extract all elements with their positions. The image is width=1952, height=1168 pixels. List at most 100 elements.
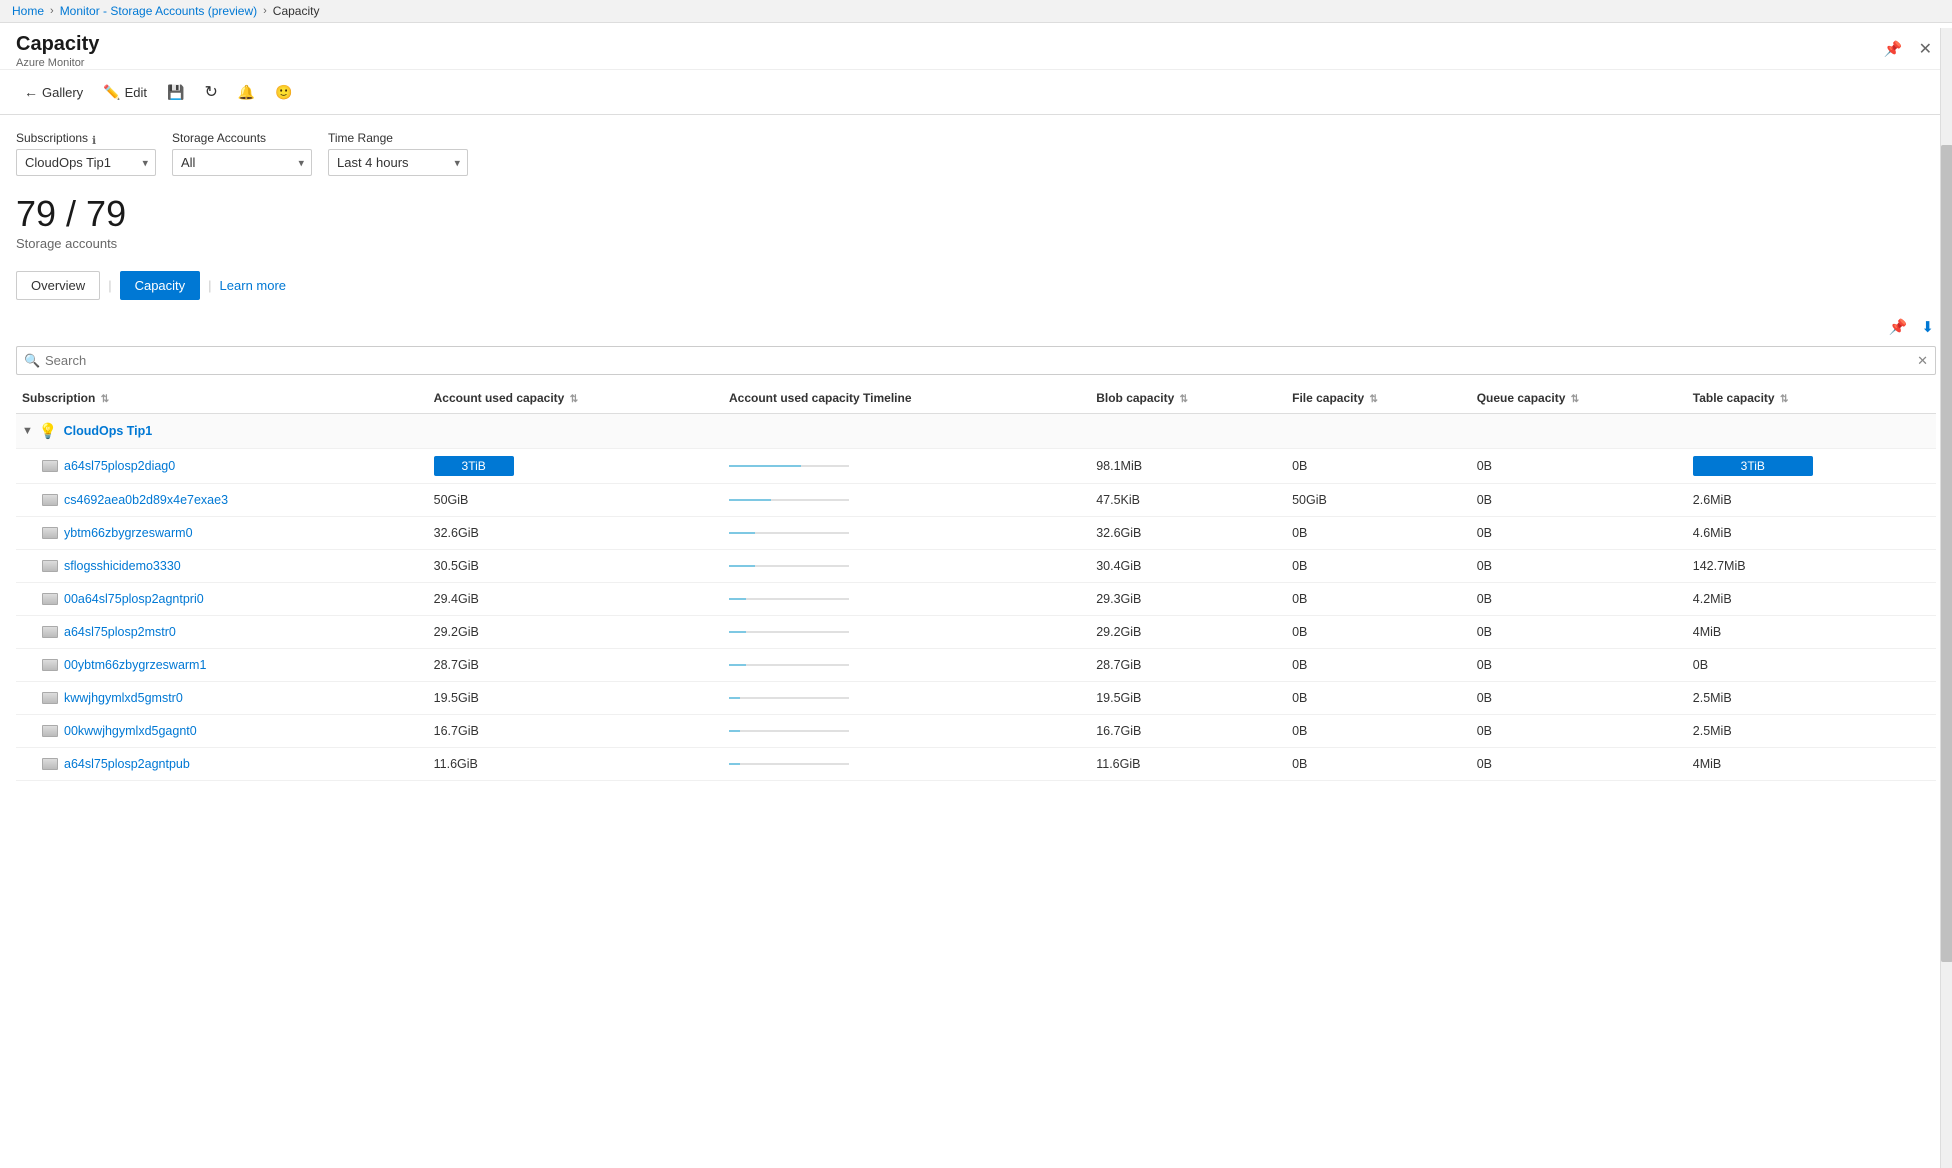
- alerts-button[interactable]: 🔔: [230, 80, 263, 105]
- cell-blob-capacity: 19.5GiB: [1090, 682, 1286, 715]
- storage-account-icon: [42, 725, 58, 737]
- timeline-track: [729, 565, 849, 567]
- cell-queue-capacity: 0B: [1471, 682, 1687, 715]
- save-button[interactable]: 💾: [159, 80, 192, 105]
- cell-account-capacity: 30.5GiB: [428, 550, 723, 583]
- breadcrumb: Home › Monitor - Storage Accounts (previ…: [0, 0, 1952, 23]
- capacity-value: 29.2GiB: [434, 625, 479, 639]
- learn-more-link[interactable]: Learn more: [220, 278, 286, 293]
- cell-table-capacity: 4MiB: [1687, 748, 1936, 781]
- capacity-value: 50GiB: [434, 493, 469, 507]
- cell-account-capacity: 19.5GiB: [428, 682, 723, 715]
- group-chevron-icon[interactable]: ▼: [22, 425, 33, 437]
- storage-account-link[interactable]: sflogsshicidemo3330: [64, 559, 181, 573]
- breadcrumb-sep-1: ›: [50, 5, 54, 17]
- group-row-cloudops: ▼ 💡 CloudOps Tip1: [16, 414, 1936, 449]
- cell-blob-capacity: 16.7GiB: [1090, 715, 1286, 748]
- storage-account-link[interactable]: a64sl75plosp2mstr0: [64, 625, 176, 639]
- close-button[interactable]: ✕: [1915, 37, 1936, 61]
- timeline-fill: [729, 697, 740, 699]
- col-blob-capacity: Blob capacity ⇅: [1090, 383, 1286, 414]
- timeline-bar: [729, 623, 1084, 641]
- time-range-select[interactable]: Last 4 hours Last 1 hour Last 12 hours L…: [328, 149, 468, 176]
- filters-row: Subscriptions ℹ CloudOps Tip1 Storage Ac…: [16, 131, 1936, 176]
- storage-account-link[interactable]: 00a64sl75plosp2agntpri0: [64, 592, 204, 606]
- refresh-button[interactable]: ↻: [196, 78, 225, 106]
- cell-blob-capacity: 29.3GiB: [1090, 583, 1286, 616]
- breadcrumb-current: Capacity: [273, 4, 320, 18]
- storage-account-icon: [42, 692, 58, 704]
- edit-icon: ✏️: [103, 84, 120, 101]
- table-row: 00ybtm66zbygrzeswarm1 28.7GiB 28.7GiB 0B…: [16, 649, 1936, 682]
- timeline-bar: [729, 755, 1084, 773]
- gallery-button[interactable]: ← Gallery: [16, 80, 91, 104]
- storage-account-link[interactable]: a64sl75plosp2agntpub: [64, 757, 190, 771]
- feedback-button[interactable]: 🙂: [267, 80, 300, 105]
- cell-table-capacity: 0B: [1687, 649, 1936, 682]
- storage-accounts-select-wrapper: All: [172, 149, 312, 176]
- sort-icon-table-capacity[interactable]: ⇅: [1780, 394, 1788, 405]
- capacity-value: 11.6GiB: [434, 757, 478, 771]
- table-row: sflogsshicidemo3330 30.5GiB 30.4GiB 0B 0…: [16, 550, 1936, 583]
- cell-timeline: [723, 748, 1090, 781]
- sort-icon-blob-capacity[interactable]: ⇅: [1180, 394, 1188, 405]
- pin-button[interactable]: 📌: [1880, 37, 1907, 61]
- row-name: a64sl75plosp2diag0: [22, 459, 422, 473]
- sort-icon-subscription[interactable]: ⇅: [101, 394, 109, 405]
- search-input[interactable]: [16, 346, 1936, 375]
- row-name: cs4692aea0b2d89x4e7exae3: [22, 493, 422, 507]
- storage-account-link[interactable]: ybtm66zbygrzeswarm0: [64, 526, 193, 540]
- capacity-value: 28.7GiB: [434, 658, 479, 672]
- storage-account-link[interactable]: 00kwwjhgymlxd5gagnt0: [64, 724, 197, 738]
- subscriptions-select[interactable]: CloudOps Tip1: [16, 149, 156, 176]
- sort-icon-account-capacity[interactable]: ⇅: [570, 394, 578, 405]
- cell-table-capacity: 3TiB: [1687, 449, 1936, 484]
- cell-blob-capacity: 47.5KiB: [1090, 484, 1286, 517]
- cell-blob-capacity: 98.1MiB: [1090, 449, 1286, 484]
- timeline-bar: [729, 689, 1084, 707]
- table-capacity-value: 2.6MiB: [1693, 493, 1732, 507]
- storage-account-link[interactable]: a64sl75plosp2diag0: [64, 459, 175, 473]
- pin-table-button[interactable]: 📌: [1887, 316, 1910, 338]
- sort-icon-queue-capacity[interactable]: ⇅: [1571, 394, 1579, 405]
- cell-table-capacity: 142.7MiB: [1687, 550, 1936, 583]
- tab-overview[interactable]: Overview: [16, 271, 100, 300]
- main-panel: Capacity Azure Monitor 📌 ✕ ← Gallery ✏️ …: [0, 23, 1952, 1163]
- storage-account-link[interactable]: cs4692aea0b2d89x4e7exae3: [64, 493, 228, 507]
- timeline-bar: [729, 722, 1084, 740]
- breadcrumb-home[interactable]: Home: [12, 4, 44, 18]
- table-capacity-value: 0B: [1693, 658, 1708, 672]
- capacity-value: 16.7GiB: [434, 724, 479, 738]
- download-button[interactable]: ⬇: [1919, 316, 1936, 338]
- storage-account-link[interactable]: kwwjhgymlxd5gmstr0: [64, 691, 183, 705]
- col-account-capacity-timeline: Account used capacity Timeline: [723, 383, 1090, 414]
- col-file-capacity: File capacity ⇅: [1286, 383, 1471, 414]
- alerts-icon: 🔔: [238, 84, 255, 101]
- search-clear-button[interactable]: ✕: [1917, 353, 1928, 369]
- page-subtitle: Azure Monitor: [16, 57, 99, 69]
- scrollable-table-area[interactable]: Subscription ⇅ Account used capacity ⇅ A…: [16, 383, 1936, 781]
- tab-sep-1: |: [108, 278, 111, 293]
- storage-account-link[interactable]: 00ybtm66zbygrzeswarm1: [64, 658, 206, 672]
- storage-account-icon: [42, 626, 58, 638]
- tab-capacity[interactable]: Capacity: [120, 271, 201, 300]
- table-row: kwwjhgymlxd5gmstr0 19.5GiB 19.5GiB 0B 0B…: [16, 682, 1936, 715]
- cell-account-capacity: 3TiB: [428, 449, 723, 484]
- sort-icon-file-capacity[interactable]: ⇅: [1370, 394, 1378, 405]
- breadcrumb-monitor[interactable]: Monitor - Storage Accounts (preview): [60, 4, 257, 18]
- timeline-bar: [729, 557, 1084, 575]
- table-row: a64sl75plosp2mstr0 29.2GiB 29.2GiB 0B 0B…: [16, 616, 1936, 649]
- scrollbar-track[interactable]: [1940, 28, 1952, 1168]
- cell-timeline: [723, 649, 1090, 682]
- group-icon: 💡: [39, 422, 58, 440]
- cell-timeline: [723, 517, 1090, 550]
- table-row: ybtm66zbygrzeswarm0 32.6GiB 32.6GiB 0B 0…: [16, 517, 1936, 550]
- cell-table-capacity: 4MiB: [1687, 616, 1936, 649]
- table-row: a64sl75plosp2diag0 3TiB 98.1MiB 0B 0B 3T…: [16, 449, 1936, 484]
- edit-button[interactable]: ✏️ Edit: [95, 80, 155, 105]
- storage-account-icon: [42, 460, 58, 472]
- storage-accounts-select[interactable]: All: [172, 149, 312, 176]
- cell-subscription: kwwjhgymlxd5gmstr0: [16, 682, 428, 715]
- info-icon[interactable]: ℹ: [92, 134, 96, 147]
- scrollbar-thumb[interactable]: [1941, 145, 1952, 963]
